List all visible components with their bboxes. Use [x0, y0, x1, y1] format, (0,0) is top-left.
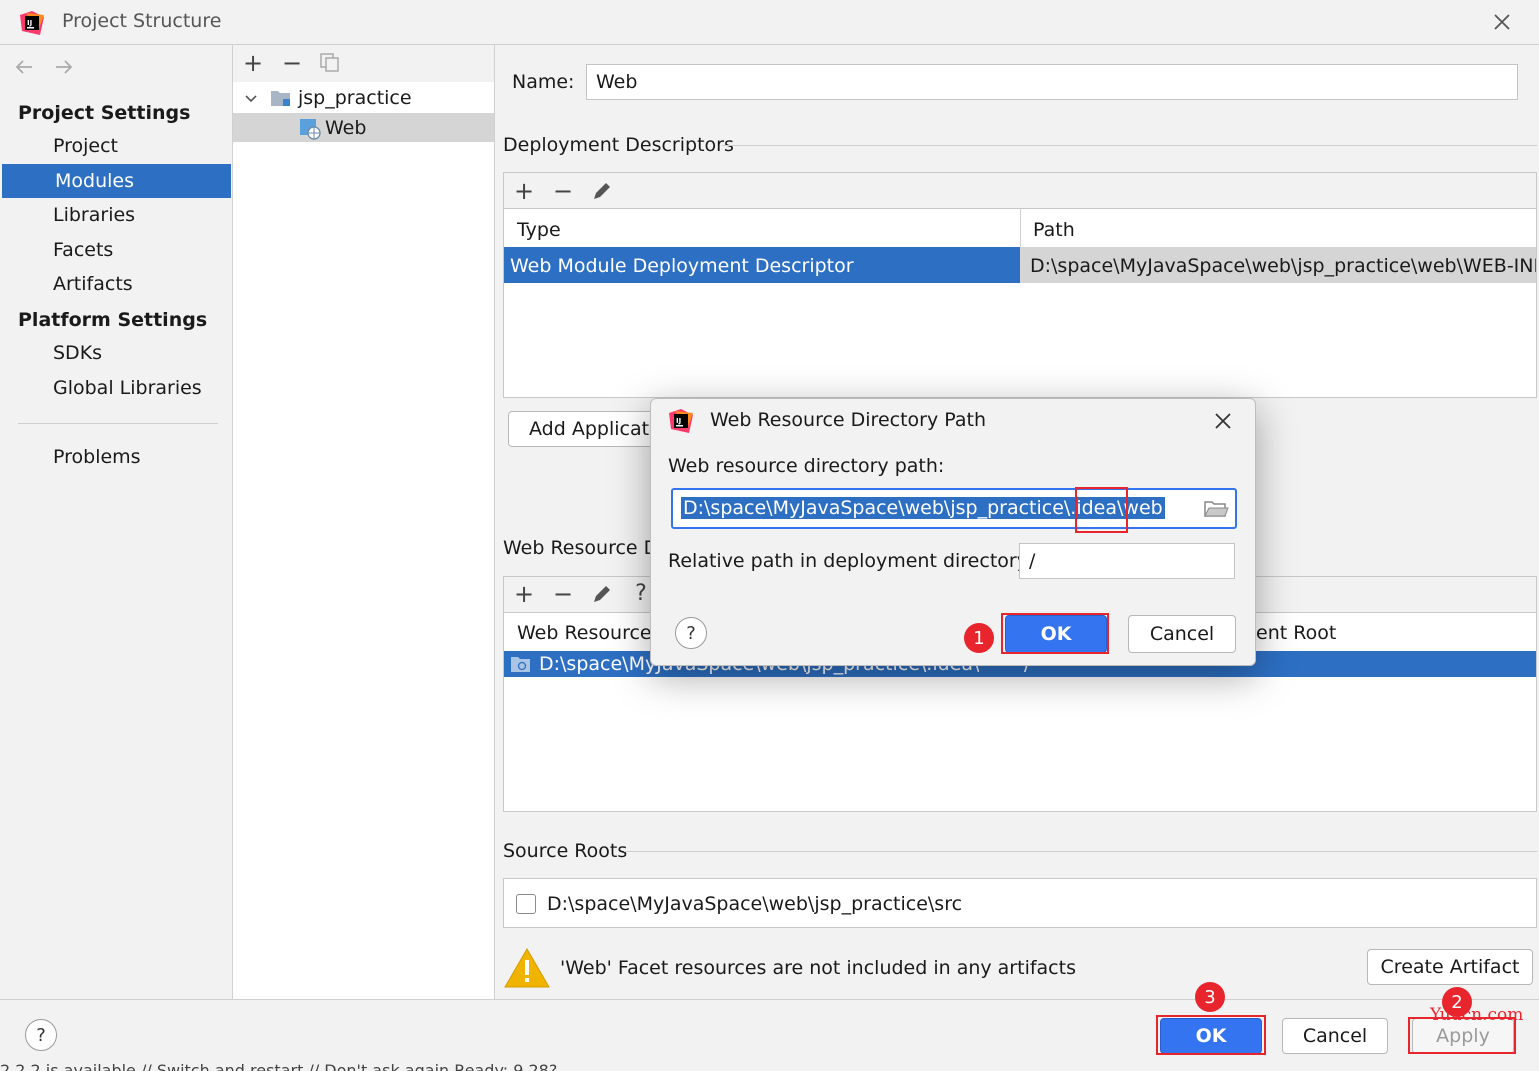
- svg-text:IJ: IJ: [27, 19, 32, 27]
- title-bar: IJ Project Structure: [0, 0, 1539, 44]
- bottom-status-text: 2.2.2 is available // Switch and restart…: [0, 1061, 558, 1071]
- add-icon[interactable]: +: [239, 49, 267, 77]
- web-facet-icon: [299, 118, 321, 140]
- dialog-help-icon[interactable]: ?: [675, 617, 707, 649]
- dd-col-path[interactable]: Path: [1033, 219, 1075, 241]
- source-roots-list: D:\space\MyJavaSpace\web\jsp_practice\sr…: [503, 878, 1537, 928]
- module-folder-icon: [270, 88, 292, 108]
- dialog-logo-icon: IJ: [669, 409, 693, 433]
- warning-text: 'Web' Facet resources are not included i…: [560, 957, 1076, 979]
- sidebar-item-modules[interactable]: Modules: [2, 164, 231, 198]
- name-input[interactable]: Web: [586, 64, 1518, 100]
- wr-col-dir[interactable]: Web Resource D: [517, 622, 672, 644]
- dialog-close-icon[interactable]: [1211, 409, 1235, 433]
- dd-edit-icon[interactable]: [590, 179, 614, 203]
- warning-icon: [504, 947, 550, 989]
- dialog-relative-label: Relative path in deployment directory:: [668, 550, 1033, 572]
- dialog-path-label: Web resource directory path:: [668, 455, 945, 477]
- sidebar-item-project[interactable]: Project: [0, 129, 229, 163]
- annotation-badge-2: 2: [1442, 987, 1472, 1017]
- close-icon[interactable]: [1490, 10, 1514, 34]
- wr-col-root[interactable]: ent Root: [1256, 622, 1336, 644]
- tree-child-label[interactable]: Web: [325, 117, 366, 139]
- dialog-title: Web Resource Directory Path: [710, 409, 986, 431]
- source-root-label: D:\space\MyJavaSpace\web\jsp_practice\sr…: [547, 893, 963, 915]
- copy-icon[interactable]: [319, 52, 341, 74]
- dd-add-icon[interactable]: +: [510, 177, 538, 205]
- dd-row-type-label: Web Module Deployment Descriptor: [510, 255, 854, 277]
- web-resource-dialog: IJ Web Resource Directory Path Web resou…: [650, 398, 1256, 666]
- sidebar-item-artifacts[interactable]: Artifacts: [0, 267, 229, 301]
- wr-folder-icon: [510, 654, 532, 674]
- footer-ok-button[interactable]: OK: [1160, 1018, 1262, 1054]
- sidebar-item-problems[interactable]: Problems: [0, 440, 229, 474]
- dialog-relative-input[interactable]: /: [1019, 543, 1235, 579]
- intellij-logo-icon: IJ: [20, 11, 44, 35]
- project-settings-header: Project Settings: [18, 102, 191, 124]
- remove-icon[interactable]: −: [278, 49, 306, 77]
- sidebar-item-global-libraries[interactable]: Global Libraries: [0, 371, 229, 405]
- dialog-path-value: D:\space\MyJavaSpace\web\jsp_practice\.i…: [681, 497, 1165, 519]
- wr-remove-icon[interactable]: −: [549, 580, 577, 608]
- wr-add-icon[interactable]: +: [510, 580, 538, 608]
- footer-help-icon[interactable]: ?: [25, 1019, 57, 1051]
- wr-edit-icon[interactable]: [590, 582, 614, 606]
- folder-browse-icon[interactable]: [1203, 498, 1229, 520]
- dd-row-path-label: D:\space\MyJavaSpace\web\jsp_practice\we…: [1030, 255, 1537, 277]
- dd-col-type[interactable]: Type: [517, 219, 561, 241]
- name-label: Name:: [512, 71, 575, 93]
- tree-panel: + − jsp_practice Web: [233, 45, 494, 999]
- dd-table: Type Path Web Module Deployment Descript…: [503, 208, 1537, 398]
- sidebar-item-facets[interactable]: Facets: [0, 233, 229, 267]
- create-artifact-button[interactable]: Create Artifact: [1367, 949, 1533, 985]
- tree-root-label[interactable]: jsp_practice: [298, 87, 412, 109]
- source-roots-title: Source Roots: [503, 840, 628, 862]
- source-root-checkbox[interactable]: [516, 894, 536, 914]
- annotation-badge-3: 3: [1195, 982, 1225, 1012]
- sidebar-item-sdks[interactable]: SDKs: [0, 336, 229, 370]
- web-resource-title: Web Resource Di: [503, 537, 664, 559]
- chevron-down-icon[interactable]: [243, 90, 259, 106]
- dd-toolbar: [503, 172, 1537, 208]
- dialog-cancel-button[interactable]: Cancel: [1128, 615, 1236, 653]
- dialog-ok-button[interactable]: OK: [1005, 615, 1107, 653]
- platform-settings-header: Platform Settings: [18, 309, 208, 331]
- svg-text:IJ: IJ: [676, 417, 681, 425]
- back-arrow-icon[interactable]: [12, 55, 36, 79]
- dd-remove-icon[interactable]: −: [549, 177, 577, 205]
- annotation-badge-1: 1: [964, 623, 994, 653]
- add-application-server-button[interactable]: Add Applicati: [508, 411, 668, 447]
- footer-cancel-button[interactable]: Cancel: [1282, 1018, 1388, 1054]
- forward-arrow-icon[interactable]: [52, 55, 76, 79]
- sidebar-item-libraries[interactable]: Libraries: [0, 198, 229, 232]
- window-title: Project Structure: [62, 10, 222, 32]
- deployment-descriptors-title: Deployment Descriptors: [503, 134, 734, 156]
- dialog-path-input[interactable]: D:\space\MyJavaSpace\web\jsp_practice\.i…: [671, 488, 1237, 529]
